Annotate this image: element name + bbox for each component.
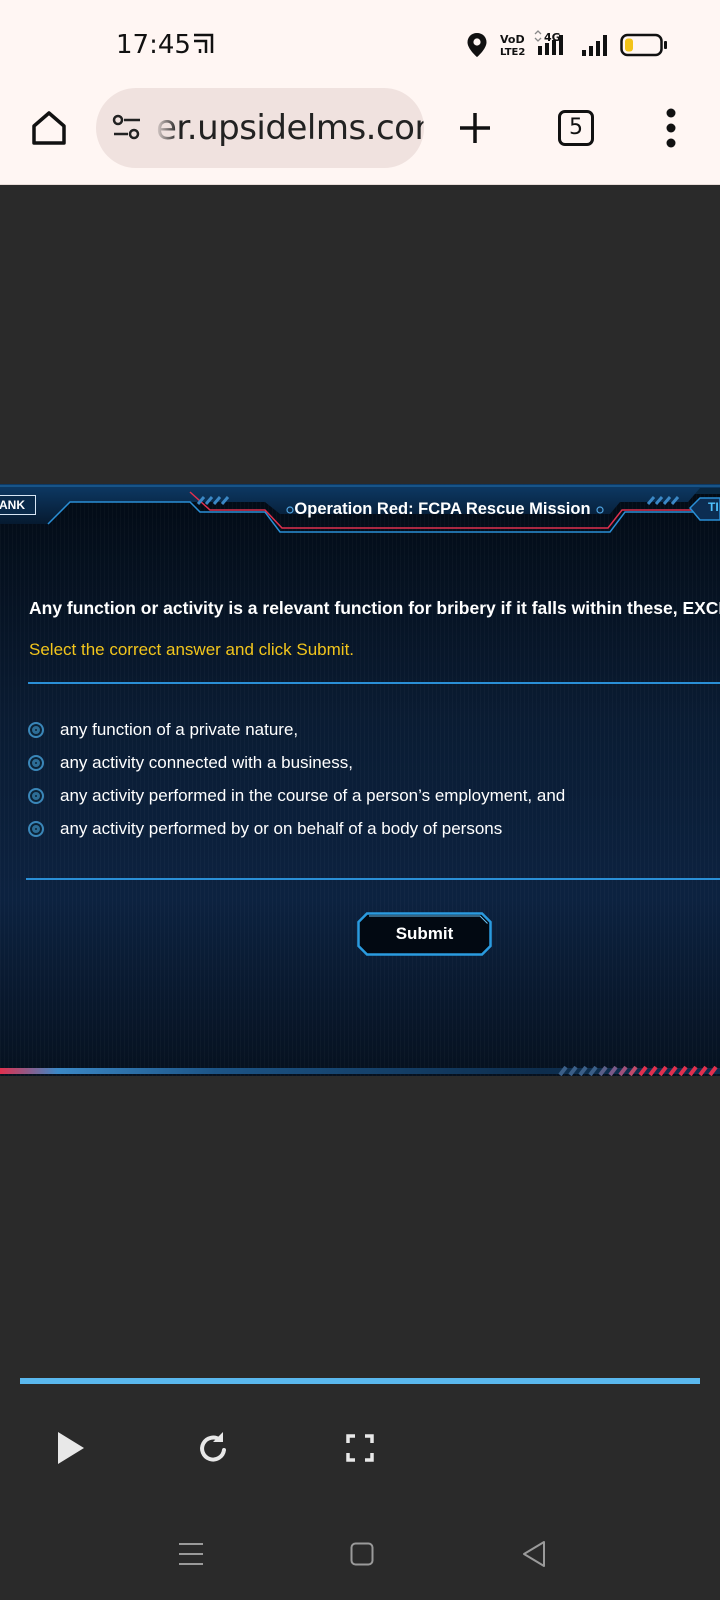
radio-button[interactable] <box>28 821 44 837</box>
site-settings-icon[interactable] <box>112 114 142 142</box>
playback-progress-bar[interactable] <box>20 1378 700 1384</box>
battery-icon <box>620 33 667 57</box>
tab-count: 5 <box>569 115 583 140</box>
player-bottom-strip <box>0 1066 720 1076</box>
signal-icon <box>582 35 607 56</box>
recent-apps-icon[interactable] <box>178 1542 204 1566</box>
new-tab-icon[interactable] <box>458 111 492 145</box>
option-label: any activity connected with a business, <box>60 753 353 772</box>
home-icon[interactable] <box>30 110 68 146</box>
signal-4g-icon: 4G <box>534 30 563 55</box>
time-badge: TI <box>708 500 719 514</box>
clock: 17:45 <box>116 30 191 60</box>
answer-option-1[interactable]: any function of a private nature, <box>28 717 298 743</box>
tab-switcher-button[interactable]: 5 <box>558 110 594 146</box>
rank-badge: ANK <box>0 495 36 515</box>
address-bar[interactable]: er.upsidelms.com <box>96 88 424 168</box>
status-bar: 17:45 VoD LTE2 4G <box>0 0 720 90</box>
divider-bottom <box>26 878 720 880</box>
fullscreen-icon[interactable] <box>346 1434 374 1462</box>
question-text: Any function or activity is a relevant f… <box>29 598 720 618</box>
url-text: er.upsidelms.com <box>156 108 424 148</box>
url-fade <box>154 88 178 168</box>
lesson-title: Operation Red: FCPA Rescue Mission <box>294 500 591 518</box>
radio-button[interactable] <box>28 755 44 771</box>
submit-label: Submit <box>395 924 454 943</box>
system-nav-bar <box>0 1500 720 1600</box>
radio-button[interactable] <box>28 722 44 738</box>
location-icon <box>467 33 487 57</box>
svg-text:VoD: VoD <box>500 33 525 46</box>
play-icon[interactable] <box>56 1430 86 1466</box>
option-label: any function of a private nature, <box>60 720 299 739</box>
cast-icon <box>194 33 214 53</box>
instruction-text: Select the correct answer and click Subm… <box>29 640 355 659</box>
svg-text:LTE2: LTE2 <box>500 47 525 57</box>
radio-button[interactable] <box>28 788 44 804</box>
divider-top <box>28 682 720 684</box>
answer-option-4[interactable]: any activity performed by or on behalf o… <box>28 816 502 842</box>
answer-option-2[interactable]: any activity connected with a business, <box>28 750 353 776</box>
home-nav-icon[interactable] <box>350 1542 374 1566</box>
submit-button[interactable]: Submit <box>357 912 492 956</box>
back-icon[interactable] <box>522 1540 546 1568</box>
replay-icon[interactable] <box>196 1430 230 1466</box>
option-label: any activity performed by or on behalf o… <box>60 819 503 838</box>
player-header: ANK Operation Red: FCPA Rescue Mission T… <box>0 484 720 536</box>
more-options-icon[interactable] <box>663 108 679 148</box>
answer-option-3[interactable]: any activity performed in the course of … <box>28 783 565 809</box>
volte-icon: VoD LTE2 <box>500 33 525 57</box>
playback-progress-fill <box>20 1378 700 1384</box>
course-player: ANK Operation Red: FCPA Rescue Mission T… <box>0 484 720 1076</box>
option-label: any activity performed in the course of … <box>60 786 566 805</box>
